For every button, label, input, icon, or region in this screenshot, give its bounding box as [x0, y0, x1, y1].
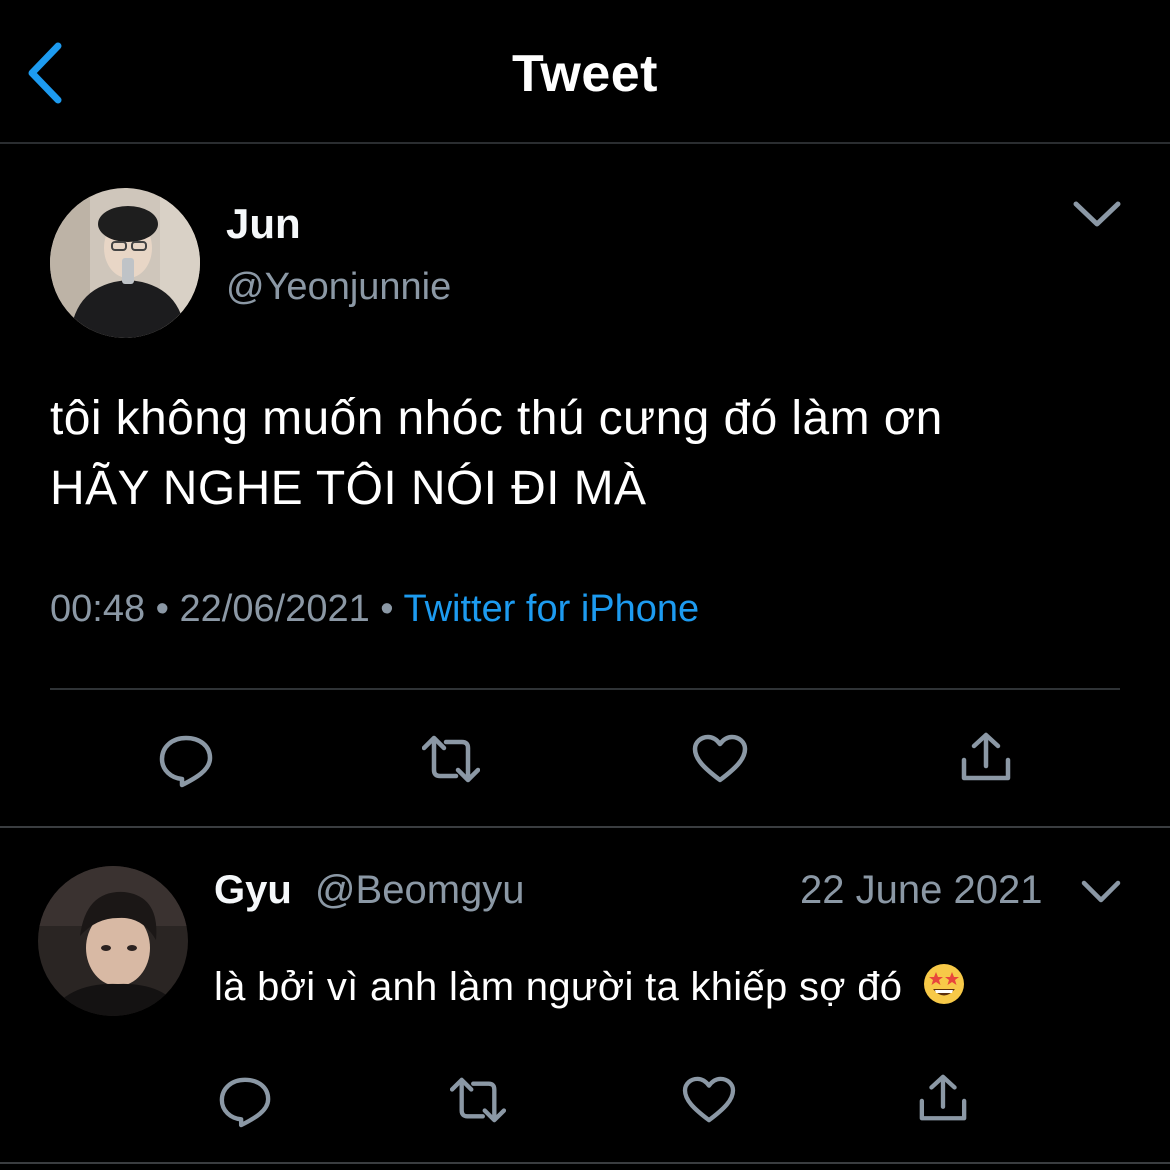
tweet-text-line: HÃY NGHE TÔI NÓI ĐI MÀ [50, 462, 647, 515]
top-bar: Tweet [0, 0, 1170, 144]
meta-separator: • [380, 588, 394, 630]
tweet-source-link[interactable]: Twitter for iPhone [403, 588, 699, 630]
share-icon [961, 732, 1011, 781]
tweet-meta: 00:48 • 22/06/2021 • Twitter for iPhone [50, 588, 699, 631]
retweet-icon [422, 735, 480, 783]
reply-icon [219, 1077, 271, 1128]
retweet-button[interactable] [422, 734, 480, 784]
author-name[interactable]: Jun [226, 200, 301, 248]
author-handle[interactable]: @Yeonjunnie [226, 266, 451, 309]
meta-separator: • [155, 588, 169, 630]
reply-author[interactable]: Gyu @Beomgyu [214, 868, 525, 913]
chevron-down-icon [1073, 201, 1121, 227]
tweet-text: tôi không muốn nhóc thú cưng đó làm ơn H… [50, 384, 1140, 524]
retweet-button[interactable] [450, 1076, 506, 1124]
share-button[interactable] [918, 1074, 968, 1124]
reply-button[interactable] [158, 732, 214, 788]
reply-text-body: là bởi vì anh làm người ta khiếp sợ đó [214, 965, 903, 1009]
reply-text: là bởi vì anh làm người ta khiếp sợ đó [214, 962, 966, 1016]
tweet-time: 00:48 [50, 588, 146, 630]
reply-author-name[interactable]: Gyu [214, 868, 292, 912]
reply-options-button[interactable] [1080, 878, 1122, 911]
share-icon [919, 1074, 967, 1121]
chevron-down-icon [1081, 880, 1121, 903]
reply-author-avatar[interactable] [38, 866, 188, 1016]
star-struck-emoji [922, 962, 966, 1016]
retweet-icon [450, 1077, 506, 1123]
author-avatar[interactable] [50, 188, 200, 338]
reply-date: 22 June 2021 [800, 868, 1043, 912]
tweet-options-button[interactable] [1072, 198, 1122, 235]
like-icon [692, 734, 748, 783]
page-title: Tweet [511, 45, 658, 103]
share-button[interactable] [960, 732, 1012, 784]
like-icon [682, 1076, 736, 1123]
divider [50, 688, 1120, 690]
tweet-text-line: tôi không muốn nhóc thú cưng đó làm ơn [50, 392, 943, 445]
divider [0, 1162, 1170, 1164]
reply-icon [159, 735, 213, 788]
reply-button[interactable] [218, 1074, 272, 1128]
reply-author-handle[interactable]: @Beomgyu [315, 868, 525, 912]
tweet-date: 22/06/2021 [179, 588, 370, 630]
divider [0, 826, 1170, 828]
like-button[interactable] [682, 1076, 736, 1124]
like-button[interactable] [692, 734, 748, 784]
